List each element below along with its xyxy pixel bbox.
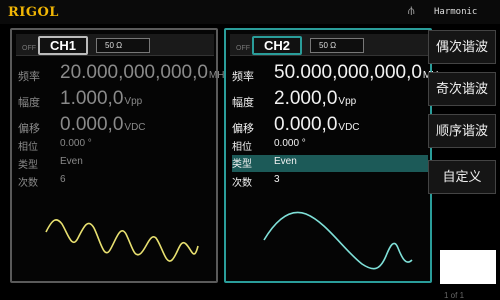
order-label: 次数: [18, 178, 38, 189]
amplitude-value-group: 1.000,0Vpp: [60, 88, 142, 110]
channel-2-label[interactable]: CH2: [252, 36, 302, 55]
channel-1-order-row[interactable]: 次数 6: [18, 174, 214, 190]
amplitude-unit: Vpp: [338, 96, 357, 107]
order-value: 6: [60, 174, 66, 185]
channel-2-header: OFF CH2 50 Ω: [230, 34, 428, 56]
softkey-sequential-harmonic[interactable]: 顺序谐波: [428, 114, 496, 148]
offset-label: 偏移: [232, 123, 254, 135]
offset-value: 0.000,0: [60, 114, 124, 135]
amplitude-label: 幅度: [232, 97, 254, 109]
phase-value: 0.000 °: [60, 138, 92, 149]
phase-label: 相位: [232, 142, 252, 153]
amplitude-value: 2.000,0: [274, 88, 338, 109]
frequency-label: 频率: [232, 71, 254, 83]
channel-2-off-indicator: OFF: [236, 45, 250, 52]
offset-label: 偏移: [18, 123, 40, 135]
channel-1-phase-row[interactable]: 相位 0.000 °: [18, 138, 214, 154]
type-label: 类型: [18, 160, 38, 171]
frequency-value: 20.000,000,000,0: [60, 62, 208, 83]
type-value: Even: [60, 156, 83, 167]
channel-1-label[interactable]: CH1: [38, 36, 88, 55]
frequency-value-group: 20.000,000,000,0MHz: [60, 62, 229, 84]
channel-1-impedance: 50 Ω: [96, 38, 150, 53]
channel-1-off-indicator: OFF: [22, 45, 36, 52]
amplitude-unit: Vpp: [124, 96, 143, 107]
channel-2-waveform-trace: [263, 211, 413, 270]
screen-glare-region: [440, 250, 496, 284]
frequency-value: 50.000,000,000,0: [274, 62, 422, 83]
usb-icon: ⫛: [408, 5, 415, 17]
page-indicator: 1 of 1: [444, 291, 465, 300]
frequency-value-group: 50.000,000,000,0MHz: [274, 62, 443, 84]
channel-1-amplitude-row[interactable]: 幅度 1.000,0Vpp: [18, 88, 214, 112]
channel-2-waveform-preview: [263, 211, 413, 270]
phase-value: 0.000 °: [274, 138, 306, 149]
offset-value-group: 0.000,0VDC: [274, 114, 360, 136]
order-value: 3: [274, 174, 280, 185]
channel-2-panel[interactable]: OFF CH2 50 Ω 频率 50.000,000,000,0MHz 幅度 2…: [224, 28, 443, 283]
amplitude-value: 1.000,0: [60, 88, 124, 109]
channel-2-offset-row[interactable]: 偏移 0.000,0VDC: [232, 114, 428, 138]
top-status-bar: RIGOL ⫛ Harmonic: [0, 0, 500, 24]
channel-1-offset-row[interactable]: 偏移 0.000,0VDC: [18, 114, 214, 138]
channel-2-impedance: 50 Ω: [310, 38, 364, 53]
type-label: 类型: [232, 159, 252, 170]
channel-1-header: OFF CH1 50 Ω: [16, 34, 214, 56]
softkey-even-harmonic[interactable]: 偶次谐波: [428, 30, 496, 64]
mode-label: Harmonic: [434, 7, 478, 17]
channel-2-amplitude-row[interactable]: 幅度 2.000,0Vpp: [232, 88, 428, 112]
offset-unit: VDC: [338, 122, 360, 133]
offset-value-group: 0.000,0VDC: [60, 114, 146, 136]
channel-2-phase-row[interactable]: 相位 0.000 °: [232, 138, 428, 154]
channel-1-frequency-row[interactable]: 频率 20.000,000,000,0MHz: [18, 62, 229, 86]
channel-1-type-row[interactable]: 类型 Even: [18, 156, 214, 172]
channel-1-panel[interactable]: OFF CH1 50 Ω 频率 20.000,000,000,0MHz 幅度 1…: [10, 28, 229, 283]
amplitude-label: 幅度: [18, 97, 40, 109]
channel-2-frequency-row[interactable]: 频率 50.000,000,000,0MHz: [232, 62, 443, 86]
softkey-custom[interactable]: 自定义: [428, 160, 496, 194]
channel-1-waveform-preview: [45, 219, 199, 262]
channel-2-type-row[interactable]: 类型 Even: [232, 155, 428, 172]
amplitude-value-group: 2.000,0Vpp: [274, 88, 356, 110]
channel-1-waveform-trace: [45, 219, 199, 262]
offset-value: 0.000,0: [274, 114, 338, 135]
phase-label: 相位: [18, 142, 38, 153]
order-label: 次数: [232, 178, 252, 189]
channel-2-order-row[interactable]: 次数 3: [232, 174, 428, 190]
softkey-odd-harmonic[interactable]: 奇次谐波: [428, 72, 496, 106]
frequency-label: 频率: [18, 71, 40, 83]
type-value: Even: [274, 156, 297, 167]
offset-unit: VDC: [124, 122, 146, 133]
brand-logo: RIGOL: [8, 5, 59, 20]
